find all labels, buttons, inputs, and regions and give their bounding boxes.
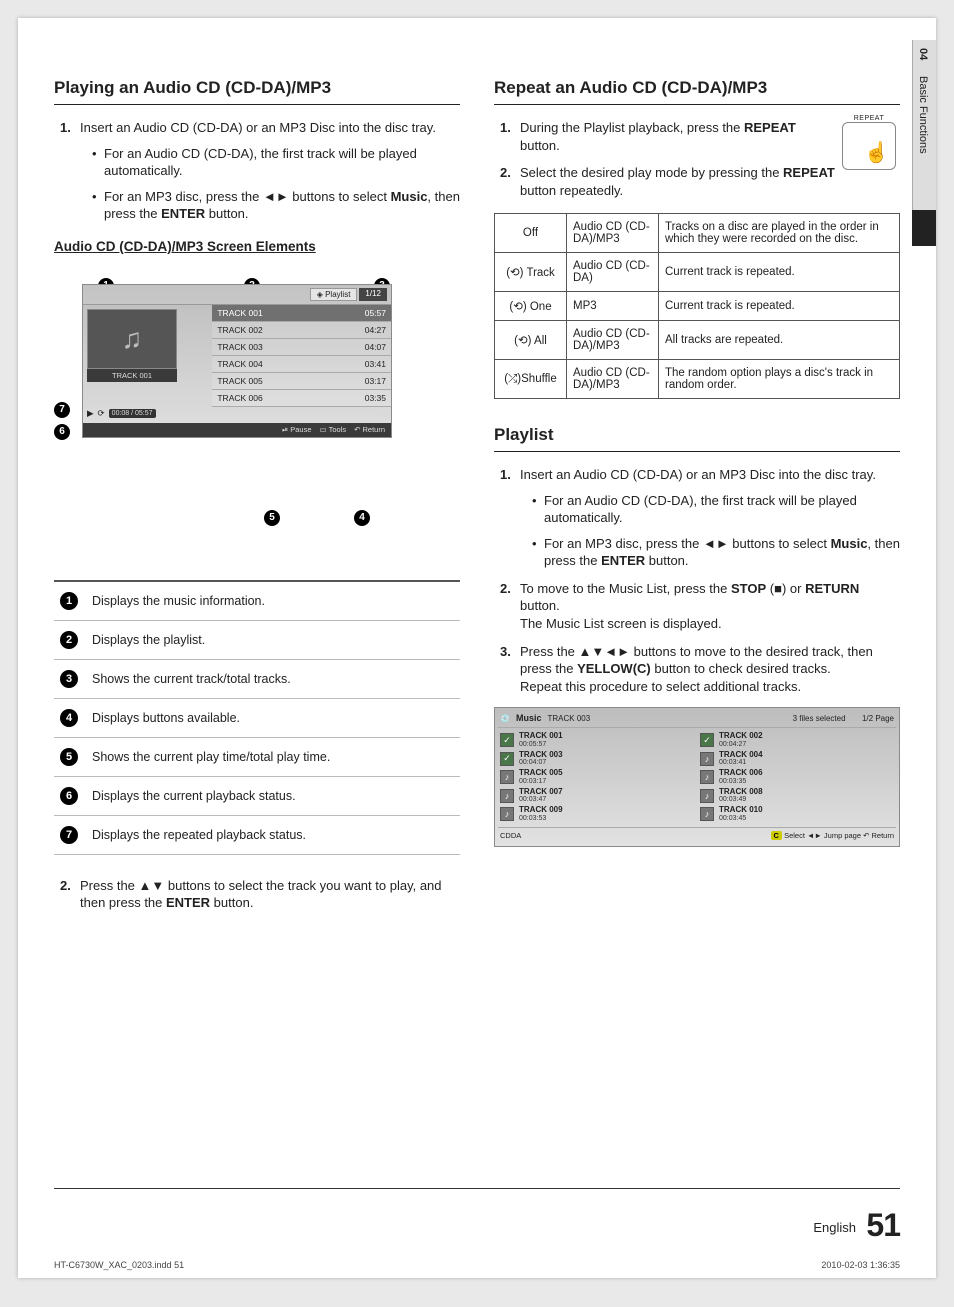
playlist-step-2: 2. To move to the Music List, press the … xyxy=(500,580,900,633)
legend-row: 2Displays the playlist. xyxy=(54,621,460,660)
album-art-icon: ♫ xyxy=(87,309,177,369)
playlist-panel: TRACK 00105:57TRACK 00204:27TRACK 00304:… xyxy=(212,305,391,423)
callout-7: 7 xyxy=(54,402,70,418)
play-bullet-1: For an Audio CD (CD-DA), the first track… xyxy=(92,145,460,180)
legend-row: 5Shows the current play time/total play … xyxy=(54,738,460,777)
source-file: HT-C6730W_XAC_0203.indd 51 xyxy=(54,1260,184,1270)
callout-5: 5 xyxy=(264,510,280,526)
repeat-icon: ⟳ xyxy=(98,408,105,419)
repeat-row: (⟲) TrackAudio CD (CD-DA)Current track i… xyxy=(495,253,900,292)
repeat-row: OffAudio CD (CD-DA)/MP3Tracks on a disc … xyxy=(495,214,900,253)
screen-diagram: 1 2 3 7 6 5 4 ◈ Playlist 1/12 ♫ TRACK 00… xyxy=(54,284,460,544)
music-cell: ♪TRACK 01000:03:45 xyxy=(700,806,894,822)
remote-repeat-button: REPEAT ☝ xyxy=(842,115,896,170)
playlist-step-1: 1. Insert an Audio CD (CD-DA) or an MP3 … xyxy=(500,466,900,570)
music-cell: ♪TRACK 00500:03:17 xyxy=(500,769,694,785)
music-cell: ✓TRACK 00300:04:07 xyxy=(500,751,694,767)
print-meta: HT-C6730W_XAC_0203.indd 51 2010-02-03 1:… xyxy=(54,1260,900,1270)
repeat-step-2: 2. Select the desired play mode by press… xyxy=(500,164,836,199)
playlist-row: TRACK 00503:17 xyxy=(212,373,391,390)
side-tab: 04 Basic Functions xyxy=(912,40,936,210)
section-heading-playlist: Playlist xyxy=(494,425,900,452)
time-counter: 00:08 / 05:57 xyxy=(109,409,156,418)
playlist-bullet-1: For an Audio CD (CD-DA), the first track… xyxy=(532,492,900,527)
playlist-bullet-2: For an MP3 disc, press the ◄► buttons to… xyxy=(532,535,900,570)
chapter-number: 04 xyxy=(913,40,933,68)
footer-pause: ⏯ Pause xyxy=(282,425,311,435)
footer-language: English xyxy=(813,1220,856,1235)
section-heading-repeat: Repeat an Audio CD (CD-DA)/MP3 xyxy=(494,78,900,105)
repeat-step-1: 1. During the Playlist playback, press t… xyxy=(500,119,836,154)
playlist-step-3: 3. Press the ▲▼◄► buttons to move to the… xyxy=(500,643,900,696)
footer-tools: ▭ Tools xyxy=(320,425,347,435)
page-footer: English 51 xyxy=(54,1188,900,1244)
music-cell: ♪TRACK 00600:03:35 xyxy=(700,769,894,785)
music-cell: ♪TRACK 00400:03:41 xyxy=(700,751,894,767)
play-bullet-2: For an MP3 disc, press the ◄► buttons to… xyxy=(92,188,460,223)
repeat-row: (⟲) AllAudio CD (CD-DA)/MP3All tracks ar… xyxy=(495,321,900,360)
chapter-title: Basic Functions xyxy=(913,68,933,162)
music-cell: ♪TRACK 00700:03:47 xyxy=(500,788,694,804)
legend-table: 1Displays the music information.2Display… xyxy=(54,580,460,855)
music-cell: ✓TRACK 00100:05:57 xyxy=(500,732,694,748)
play-step-1: 1. Insert an Audio CD (CD-DA) or an MP3 … xyxy=(60,119,460,223)
playlist-row: TRACK 00204:27 xyxy=(212,322,391,339)
play-step-2: 2. Press the ▲▼ buttons to select the tr… xyxy=(60,877,460,912)
footer-return: ↶ Return xyxy=(354,425,385,435)
callout-6: 6 xyxy=(54,424,70,440)
music-cell: ✓TRACK 00200:04:27 xyxy=(700,732,894,748)
manual-page: 04 Basic Functions Playing an Audio CD (… xyxy=(18,18,936,1278)
music-footer-right: C Select ◄► Jump page ↶ Return xyxy=(771,831,894,840)
now-playing-label: TRACK 001 xyxy=(87,369,177,382)
repeat-mode-table: OffAudio CD (CD-DA)/MP3Tracks on a disc … xyxy=(494,213,900,399)
music-cell: ♪TRACK 00900:03:53 xyxy=(500,806,694,822)
music-cell: ♪TRACK 00800:03:49 xyxy=(700,788,894,804)
legend-row: 6Displays the current playback status. xyxy=(54,777,460,816)
play-icon: ▶ xyxy=(87,408,94,419)
side-tab-marker xyxy=(912,210,936,246)
legend-row: 4Displays buttons available. xyxy=(54,699,460,738)
screen-elements-heading: Audio CD (CD-DA)/MP3 Screen Elements xyxy=(54,239,460,254)
playlist-row: TRACK 00105:57 xyxy=(212,305,391,322)
legend-row: 7Displays the repeated playback status. xyxy=(54,816,460,855)
legend-row: 1Displays the music information. xyxy=(54,582,460,621)
music-list-screen: 💿 Music TRACK 003 3 files selected 1/2 P… xyxy=(494,707,900,846)
music-footer-left: CDDA xyxy=(500,831,521,840)
section-heading-play: Playing an Audio CD (CD-DA)/MP3 xyxy=(54,78,460,105)
print-timestamp: 2010-02-03 1:36:35 xyxy=(821,1260,900,1270)
repeat-row: (⟲) OneMP3Current track is repeated. xyxy=(495,292,900,321)
right-column: Repeat an Audio CD (CD-DA)/MP3 REPEAT ☝ … xyxy=(494,68,900,922)
page-number: 51 xyxy=(866,1207,900,1243)
player-screen-mock: ◈ Playlist 1/12 ♫ TRACK 001 ▶ ⟳ 00:08 / … xyxy=(82,284,392,438)
playlist-row: TRACK 00304:07 xyxy=(212,339,391,356)
callout-4: 4 xyxy=(354,510,370,526)
playlist-row: TRACK 00403:41 xyxy=(212,356,391,373)
hand-icon: ☝ xyxy=(864,140,889,165)
legend-row: 3Shows the current track/total tracks. xyxy=(54,660,460,699)
music-icon: 💿 xyxy=(500,714,510,723)
playlist-row: TRACK 00603:35 xyxy=(212,390,391,407)
left-column: Playing an Audio CD (CD-DA)/MP3 1. Inser… xyxy=(54,68,460,922)
repeat-row: (⤮)ShuffleAudio CD (CD-DA)/MP3The random… xyxy=(495,360,900,399)
